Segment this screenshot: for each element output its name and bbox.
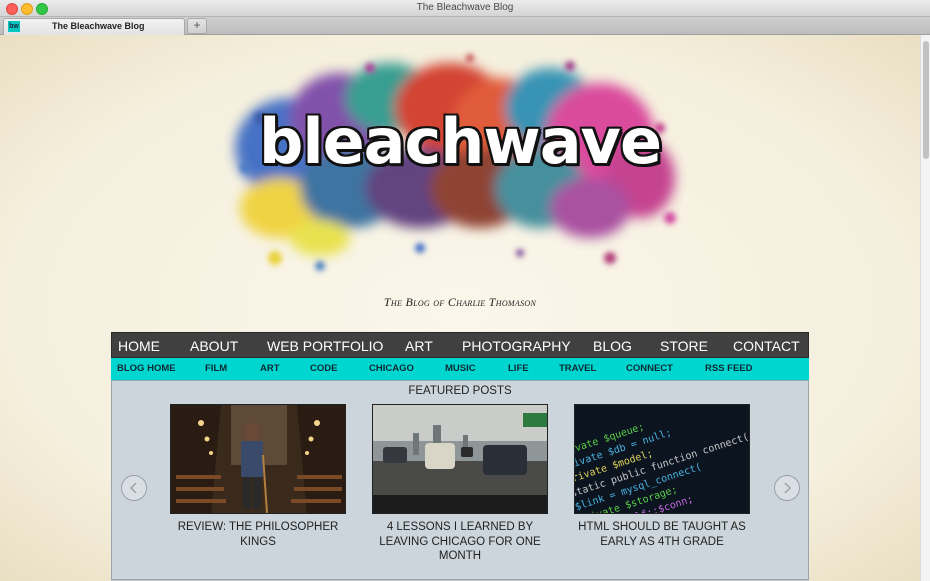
sub-nav-chicago[interactable]: CHICAGO [369,363,414,374]
main-nav-home[interactable]: HOME [118,338,160,354]
window-title: The Bleachwave Blog [416,2,514,13]
page-viewport: bleachwave The Blog of Charlie Thomason … [0,35,920,581]
sub-nav-code[interactable]: CODE [310,363,337,374]
browser-tab[interactable]: bw The Bleachwave Blog [3,18,185,35]
sub-nav-connect[interactable]: CONNECT [626,363,673,374]
main-nav-photography[interactable]: PHOTOGRAPHY [462,338,571,354]
main-nav-blog[interactable]: BLOG [593,338,632,354]
featured-post-title[interactable]: REVIEW: THE PHILOSOPHER KINGS [162,520,354,549]
content-container: HOME ABOUT WEB PORTFOLIO ART PHOTOGRAPHY… [111,332,809,581]
main-nav-about[interactable]: ABOUT [190,338,238,354]
highway-traffic-photo[interactable] [372,404,548,514]
vertical-scrollbar[interactable] [920,35,930,581]
main-nav-store[interactable]: STORE [660,338,708,354]
featured-posts: FEATURED POSTS REVIEW: THE PHILOSOPHER K… [111,380,809,580]
sub-nav-rss-feed[interactable]: RSS FEED [705,363,753,374]
sub-nav-art[interactable]: ART [260,363,280,374]
main-nav-web-portfolio[interactable]: WEB PORTFOLIO [267,338,383,354]
site-tagline: The Blog of Charlie Thomason [383,295,537,309]
sub-nav: BLOG HOME FILM ART CODE CHICAGO MUSIC LI… [111,358,809,380]
site-favicon-icon: bw [8,21,20,32]
new-tab-button[interactable]: + [187,18,207,34]
svg-text:private $config;: private $config; [587,513,682,514]
chevron-left-circle-icon[interactable] [121,475,147,501]
tab-title: The Bleachwave Blog [52,21,145,31]
tab-bar: bw The Bleachwave Blog + [0,17,930,35]
sub-nav-travel[interactable]: TRAVEL [559,363,596,374]
featured-posts-heading: FEATURED POSTS [408,385,512,397]
main-nav-contact[interactable]: CONTACT [733,338,800,354]
main-nav-art[interactable]: ART [405,338,433,354]
sub-nav-life[interactable]: LIFE [508,363,529,374]
code-screen-photo[interactable]: private $queue; private $db = null; priv… [574,404,750,514]
site-logo[interactable]: bleachwave [230,105,690,178]
sub-nav-blog-home[interactable]: BLOG HOME [117,363,176,374]
window-titlebar: The Bleachwave Blog [0,0,930,17]
featured-post-title[interactable]: HTML SHOULD BE TAUGHT AS EARLY AS 4TH GR… [566,520,758,549]
chevron-right-circle-icon[interactable] [774,475,800,501]
main-nav: HOME ABOUT WEB PORTFOLIO ART PHOTOGRAPHY… [111,332,809,358]
featured-post-title[interactable]: 4 LESSONS I LEARNED BY LEAVING CHICAGO F… [364,520,556,564]
chapel-interior-photo[interactable] [170,404,346,514]
scrollbar-thumb[interactable] [923,41,929,159]
sub-nav-film[interactable]: FILM [205,363,227,374]
sub-nav-music[interactable]: MUSIC [445,363,476,374]
